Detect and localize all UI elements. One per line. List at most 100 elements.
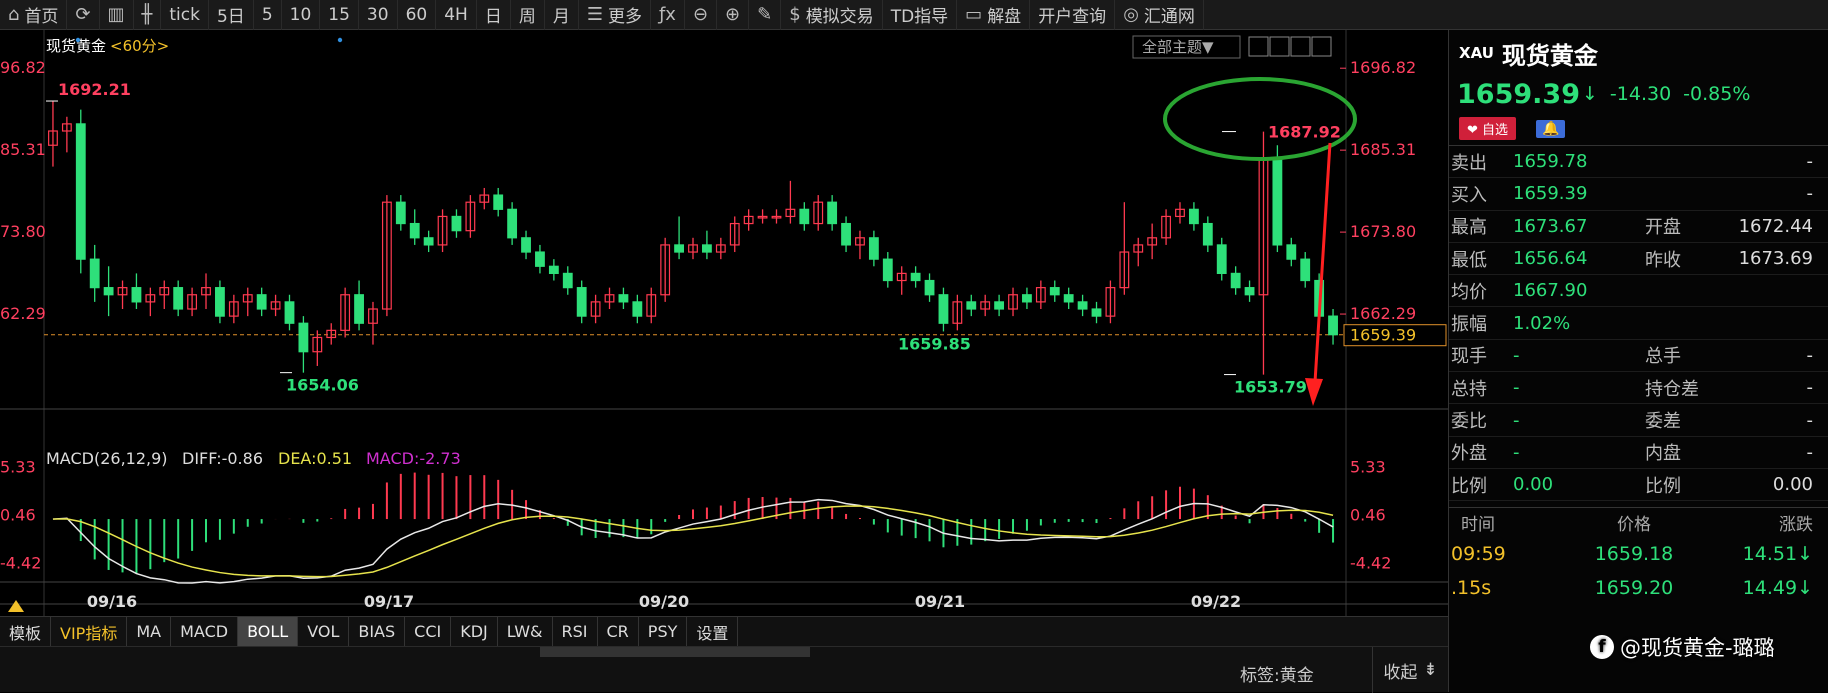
- y-tick-left: 96.82: [0, 58, 46, 77]
- menu-icon: ☰: [586, 4, 603, 25]
- toolbar-item-15[interactable]: ☰ 更多: [579, 0, 651, 30]
- quote-l: 现手: [1451, 346, 1487, 368]
- toolbar-item-18[interactable]: ⊕: [717, 0, 750, 30]
- quote-l2: 持仓差: [1645, 378, 1699, 400]
- toolbar-item-14[interactable]: 月: [545, 0, 579, 30]
- toolbar-item-23[interactable]: 开户查询: [1030, 0, 1116, 30]
- quote-v: 1667.90: [1513, 280, 1588, 302]
- indicator-tab-2[interactable]: MA: [127, 616, 172, 647]
- quote-v: 1659.78: [1513, 151, 1588, 173]
- quote-v2: 1672.44: [1738, 215, 1813, 237]
- toolbar-item-9[interactable]: 30: [359, 0, 398, 30]
- toolbar-item-24[interactable]: ◎ 汇通网: [1115, 0, 1204, 30]
- annot-low-mid: 1659.85: [898, 334, 971, 353]
- quote-l: 买入: [1451, 184, 1487, 206]
- trades-col-change: 涨跌: [1779, 515, 1813, 536]
- quote-l: 委比: [1451, 411, 1487, 433]
- toolbar-item-13[interactable]: 周: [511, 0, 545, 30]
- down-arrow-icon: ↓: [1581, 83, 1598, 105]
- indicator-tab-5[interactable]: VOL: [298, 616, 350, 647]
- bell-icon[interactable]: 🔔: [1536, 119, 1566, 138]
- toolbar-label: 60: [405, 4, 428, 25]
- annot-high-right: 1687.92: [1268, 123, 1341, 142]
- x-tick-label: 09/20: [639, 592, 689, 611]
- quote-l: 外盘: [1451, 443, 1487, 465]
- indicator-tab-9[interactable]: LW&: [498, 616, 553, 647]
- quote-row: 外盘 - 内盘 -: [1449, 437, 1828, 469]
- toolbar-item-16[interactable]: ƒx: [651, 0, 685, 30]
- chart-period: <60分>: [110, 37, 169, 55]
- toolbar-item-21[interactable]: TD指导: [883, 0, 958, 30]
- pen-icon: ✎: [757, 4, 773, 25]
- indicator-tab-0[interactable]: 模板: [0, 616, 52, 647]
- indicator-tab-1[interactable]: VIP指标: [51, 616, 128, 647]
- indicator-tab-6[interactable]: BIAS: [349, 616, 406, 647]
- toolbar-item-0[interactable]: ⌂ 首页: [0, 0, 68, 30]
- toolbar-item-7[interactable]: 10: [282, 0, 321, 30]
- indicator-tab-3[interactable]: MACD: [171, 616, 239, 647]
- arrow-down-icon: ⇟: [1423, 660, 1438, 680]
- quote-row: 比例 0.00 比例 0.00: [1449, 469, 1828, 502]
- price-change-pct: -0.85%: [1683, 83, 1751, 105]
- y-tick-right: 1662.29: [1350, 304, 1416, 323]
- toolbar-item-3[interactable]: ╫: [134, 0, 162, 30]
- indicator-tab-13[interactable]: 设置: [687, 616, 739, 647]
- quote-row: 现手 - 总手 -: [1449, 340, 1828, 373]
- toolbar-item-17[interactable]: ⊖: [685, 0, 718, 30]
- x-tick-label: 09/16: [87, 592, 137, 611]
- quote-row: 委比 - 委差 -: [1449, 404, 1828, 437]
- toolbar-item-1[interactable]: ⟳: [67, 0, 100, 30]
- quote-row: 卖出 1659.78 -: [1449, 146, 1828, 179]
- toolbar-label: 10: [289, 4, 312, 25]
- tag-label: 标签:黄金: [1240, 666, 1314, 686]
- indicator-tab-7[interactable]: CCI: [405, 616, 452, 647]
- toolbar-label: 日: [484, 7, 502, 27]
- x-tick-label: 09/22: [1191, 592, 1241, 611]
- quote-l2: 内盘: [1645, 443, 1681, 465]
- bar-chart-icon: ▥: [107, 4, 125, 25]
- chat-icon: ▭: [965, 4, 983, 25]
- toolbar-item-19[interactable]: ✎: [749, 0, 782, 30]
- last-price: 1659.39: [1457, 78, 1580, 110]
- indicator-tab-10[interactable]: RSI: [553, 616, 598, 647]
- indicator-tab-4[interactable]: BOLL: [238, 616, 299, 647]
- trade-price: 1659.20: [1594, 577, 1674, 600]
- quote-v2: 1673.69: [1738, 248, 1813, 270]
- macd-tick-right: -4.42: [1350, 554, 1391, 573]
- last-price-tag: 1659.39: [1350, 326, 1416, 345]
- indicator-tab-11[interactable]: CR: [598, 616, 639, 647]
- toolbar-label: tick: [169, 4, 200, 25]
- toolbar-item-11[interactable]: 4H: [436, 0, 477, 30]
- toolbar-item-2[interactable]: ▥: [100, 0, 134, 30]
- quote-row: 买入 1659.39 -: [1449, 178, 1828, 211]
- quote-v: -: [1513, 377, 1520, 399]
- toolbar-label: 周: [518, 7, 536, 27]
- toolbar-item-8[interactable]: 15: [320, 0, 359, 30]
- formula-icon: ƒx: [658, 4, 676, 25]
- toolbar-item-10[interactable]: 60: [398, 0, 437, 30]
- toolbar-item-4[interactable]: tick: [161, 0, 209, 30]
- theme-dropdown[interactable]: 全部主题▼: [1142, 38, 1214, 56]
- toolbar-item-22[interactable]: ▭ 解盘: [957, 0, 1031, 30]
- quote-row: 均价 1667.90: [1449, 275, 1828, 308]
- quote-l: 振幅: [1451, 314, 1487, 336]
- quote-row: 总持 - 持仓差 -: [1449, 372, 1828, 405]
- macd-tick-left: -4.42: [0, 554, 41, 573]
- collapse-button[interactable]: 收起 ⇟: [1372, 647, 1448, 693]
- trade-row: 09:59 1659.18 14.51↓: [1449, 537, 1828, 571]
- toolbar-label: 30: [366, 4, 389, 25]
- indicator-tab-12[interactable]: PSY: [639, 616, 688, 647]
- indicator-tab-8[interactable]: KDJ: [451, 616, 498, 647]
- quote-l2: 开盘: [1645, 217, 1681, 239]
- watermark: f @现货黄金-璐璐: [1590, 632, 1775, 662]
- quote-v2: -: [1806, 344, 1814, 366]
- favorite-button[interactable]: ❤ 自选: [1459, 117, 1517, 140]
- toolbar-item-5[interactable]: 5日: [209, 0, 254, 30]
- toolbar-item-20[interactable]: $ 模拟交易: [781, 0, 883, 30]
- toolbar-label: 4H: [444, 4, 468, 25]
- quote-l: 比例: [1451, 475, 1487, 497]
- scroll-handle[interactable]: [540, 647, 810, 657]
- y-tick-right: 1696.82: [1350, 58, 1416, 77]
- toolbar-item-12[interactable]: 日: [477, 0, 511, 30]
- toolbar-item-6[interactable]: 5: [254, 0, 282, 30]
